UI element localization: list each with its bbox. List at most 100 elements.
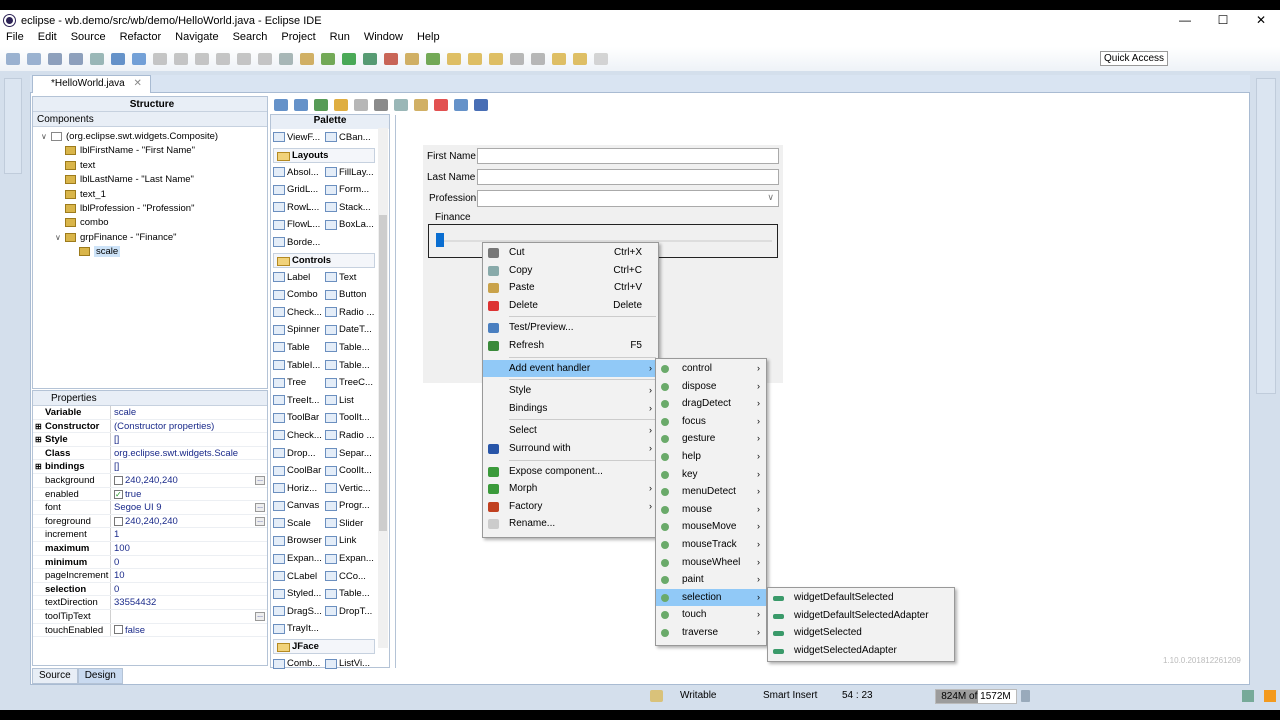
property-row[interactable]: minimum 0 xyxy=(33,555,267,570)
palette-item[interactable]: Browser xyxy=(271,532,323,550)
menu-item[interactable]: Bindings › xyxy=(483,400,658,418)
palette-item[interactable]: Table xyxy=(271,339,323,357)
first-name-input[interactable] xyxy=(477,148,779,164)
designer-tool-icon[interactable] xyxy=(474,99,488,111)
property-value[interactable]: 33554432 xyxy=(111,596,267,609)
palette-item[interactable]: Slider xyxy=(323,515,375,533)
checkbox[interactable] xyxy=(114,625,123,635)
palette-item[interactable]: Separ... xyxy=(323,445,375,463)
menu-edit[interactable]: Edit xyxy=(38,31,57,47)
palette-item[interactable]: Radio ... xyxy=(323,304,375,322)
event-menu-item[interactable]: dispose › xyxy=(656,378,766,396)
palette-item[interactable]: CLabel xyxy=(271,568,323,586)
property-row[interactable]: Variable scale xyxy=(33,406,267,420)
menu-search[interactable]: Search xyxy=(233,31,268,47)
tree-item[interactable]: lblFirstName - "First Name" xyxy=(33,144,267,158)
property-value[interactable]: [] xyxy=(111,460,267,473)
palette-item[interactable]: CCo... xyxy=(323,568,375,586)
notifications-icon[interactable] xyxy=(1242,690,1254,702)
event-menu-item[interactable]: gesture › xyxy=(656,430,766,448)
toolbar-button-icon[interactable] xyxy=(594,53,608,65)
palette-category[interactable]: JFace xyxy=(273,639,375,655)
palette-item[interactable]: Link xyxy=(323,532,375,550)
property-row[interactable]: enabled ✓ true xyxy=(33,487,267,502)
property-value[interactable]: 10 xyxy=(111,569,267,582)
menu-refactor[interactable]: Refactor xyxy=(120,31,162,47)
profession-combo[interactable]: ∨ xyxy=(477,190,779,207)
palette-item[interactable]: List xyxy=(323,392,375,410)
palette-category[interactable]: Controls xyxy=(273,252,375,268)
event-menu-item[interactable]: control › xyxy=(656,360,766,378)
palette-item[interactable]: Scale xyxy=(271,515,323,533)
palette-item[interactable]: Table... xyxy=(323,585,375,603)
menu-item[interactable]: Copy Ctrl+C xyxy=(483,262,658,280)
palette-item[interactable]: Absol... xyxy=(271,164,323,182)
palette-category[interactable]: Layouts xyxy=(273,147,375,163)
palette-scroll-thumb[interactable] xyxy=(379,215,387,531)
property-value[interactable]: false xyxy=(111,624,267,637)
event-menu-item[interactable]: mouseTrack › xyxy=(656,536,766,554)
menu-project[interactable]: Project xyxy=(281,31,315,47)
expand-icon[interactable]: ⊞ xyxy=(35,420,42,433)
menu-item[interactable]: Delete Delete xyxy=(483,297,658,315)
palette-item[interactable]: Comb... xyxy=(271,655,323,673)
heap-status[interactable]: 824M of 1572M xyxy=(935,689,1017,704)
toolbar-button-icon[interactable] xyxy=(489,53,503,65)
property-value[interactable]: 0 xyxy=(111,583,267,596)
toolbar-button-icon[interactable] xyxy=(468,53,482,65)
event-menu-item[interactable]: traverse › xyxy=(656,624,766,642)
menu-item[interactable]: Rename... xyxy=(483,515,658,533)
toolbar-button-icon[interactable] xyxy=(426,53,440,65)
palette-item[interactable]: TreeIt... xyxy=(271,392,323,410)
rss-icon[interactable] xyxy=(1264,690,1276,702)
property-row[interactable]: background 240,240,240... xyxy=(33,473,267,488)
expand-icon[interactable]: ⊞ xyxy=(35,433,42,446)
toolbar-button-icon[interactable] xyxy=(6,53,20,65)
palette-item[interactable]: DragS... xyxy=(271,603,323,621)
property-row[interactable]: selection 0 xyxy=(33,582,267,597)
event-menu-item[interactable]: touch › xyxy=(656,606,766,624)
property-row[interactable]: ⊞ Constructor (Constructor properties) xyxy=(33,419,267,434)
palette-item[interactable]: Spinner xyxy=(271,321,323,339)
property-value[interactable]: scale xyxy=(111,406,267,419)
palette-item[interactable]: Check... xyxy=(271,427,323,445)
toolbar-button-icon[interactable] xyxy=(174,53,188,65)
tree-item[interactable]: combo xyxy=(33,216,267,230)
event-menu-item[interactable]: dragDetect › xyxy=(656,395,766,413)
menu-run[interactable]: Run xyxy=(330,31,350,47)
palette-item[interactable]: Vertic... xyxy=(323,480,375,498)
palette-item[interactable]: ListVi... xyxy=(323,655,375,673)
menu-item[interactable]: Add event handler › xyxy=(483,359,658,378)
tree-item[interactable]: scale xyxy=(33,245,267,259)
palette-item[interactable]: DropT... xyxy=(323,603,375,621)
toolbar-button-icon[interactable] xyxy=(90,53,104,65)
toolbar-button-icon[interactable] xyxy=(111,53,125,65)
toolbar-button-icon[interactable] xyxy=(384,53,398,65)
checkbox[interactable]: ✓ xyxy=(114,489,123,499)
ellipsis-button[interactable]: ... xyxy=(255,516,265,526)
palette-item[interactable]: Expan... xyxy=(271,550,323,568)
menu-item[interactable]: Select › xyxy=(483,422,658,440)
menu-item[interactable]: Paste Ctrl+V xyxy=(483,279,658,297)
menu-file[interactable]: File xyxy=(6,31,24,47)
expand-toggle-icon[interactable]: ∨ xyxy=(41,130,51,144)
palette-item[interactable]: RowL... xyxy=(271,199,323,217)
tab-helloworld-java[interactable]: *HelloWorld.java ✕ xyxy=(32,75,151,93)
palette-item[interactable]: Table... xyxy=(323,357,375,375)
palette-item[interactable]: Stack... xyxy=(323,199,375,217)
palette-item[interactable]: Expan... xyxy=(323,550,375,568)
ellipsis-button[interactable]: ... xyxy=(255,475,265,485)
toolbar-button-icon[interactable] xyxy=(216,53,230,65)
property-value[interactable]: (Constructor properties) xyxy=(111,420,267,433)
property-row[interactable]: toolTipText... xyxy=(33,609,267,624)
designer-tool-icon[interactable] xyxy=(374,99,388,111)
scale-thumb[interactable] xyxy=(436,233,444,247)
palette-item[interactable]: DateT... xyxy=(323,321,375,339)
toolbar-button-icon[interactable] xyxy=(279,53,293,65)
property-value[interactable]: 1 xyxy=(111,528,267,541)
designer-tool-icon[interactable] xyxy=(414,99,428,111)
property-value[interactable]: 0 xyxy=(111,556,267,569)
minimize-button[interactable]: — xyxy=(1166,10,1204,31)
property-row[interactable]: font Segoe UI 9... xyxy=(33,501,267,515)
palette-item[interactable]: Label xyxy=(271,269,323,287)
